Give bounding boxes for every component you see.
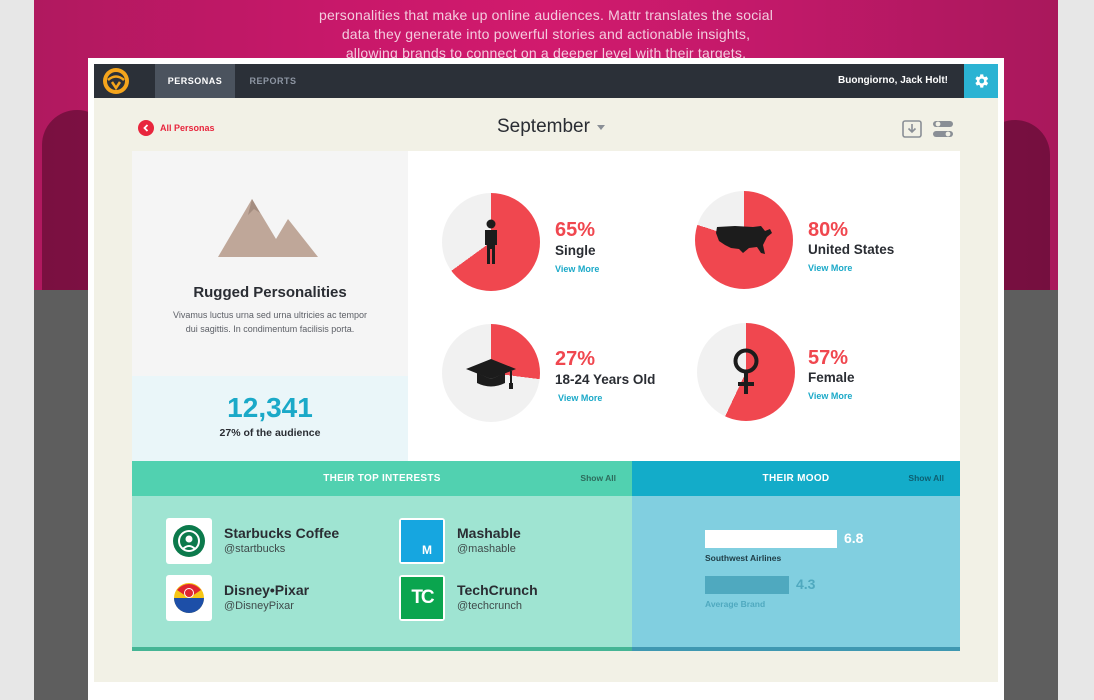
- interest-item-starbucks[interactable]: Starbucks Coffee @startbucks: [166, 518, 339, 564]
- view-more-link[interactable]: View More: [808, 263, 852, 273]
- mood-bar: [705, 530, 837, 548]
- techcrunch-logo-icon: TC: [399, 575, 445, 621]
- hero-text: personalities that make up online audien…: [34, 6, 1058, 63]
- mashable-logo-icon: M: [399, 518, 445, 564]
- female-symbol-icon: [697, 323, 795, 421]
- mood-label: Southwest Airlines: [705, 553, 782, 563]
- app-window: PERSONAS REPORTS Buongiorno, Jack Holt! …: [94, 64, 998, 682]
- month-selector[interactable]: September: [497, 116, 605, 138]
- hero-text-line: personalities that make up online audien…: [318, 7, 774, 23]
- app-screenshot-frame: PERSONAS REPORTS Buongiorno, Jack Holt! …: [88, 58, 1004, 700]
- stat-label: 18-24 Years Old: [555, 372, 656, 387]
- chevron-left-icon: [138, 120, 154, 136]
- view-more-link[interactable]: View More: [558, 393, 602, 403]
- month-label: September: [497, 116, 590, 137]
- download-icon[interactable]: [902, 120, 922, 143]
- pixar-ball-icon: [166, 575, 212, 621]
- stat-percent: 65%: [555, 219, 596, 241]
- stat-percent: 27%: [555, 348, 596, 370]
- person-icon: [442, 193, 540, 291]
- interest-handle: @DisneyPixar: [224, 600, 294, 612]
- interest-item-techcrunch[interactable]: TC TechCrunch @techcrunch: [399, 575, 538, 621]
- persona-card: Rugged Personalities Vivamus luctus urna…: [132, 151, 960, 651]
- tab-reports[interactable]: REPORTS: [235, 64, 311, 98]
- interest-handle: @techcrunch: [457, 600, 522, 612]
- audience-count: 12,341: [227, 392, 313, 423]
- gear-icon: [975, 74, 989, 88]
- interest-name: Mashable: [457, 525, 521, 541]
- stat-percent: 80%: [808, 219, 849, 241]
- interest-name: Starbucks Coffee: [224, 525, 340, 541]
- mood-value: 6.8: [844, 530, 864, 546]
- back-link-label: All Personas: [160, 123, 215, 133]
- page-gutter-right: [1058, 0, 1094, 700]
- mood-label: Average Brand: [705, 599, 766, 609]
- card-edge: [132, 647, 632, 651]
- usa-map-icon: [695, 191, 793, 289]
- mood-value: 4.3: [796, 576, 816, 592]
- interests-title: THEIR TOP INTERESTS: [323, 473, 441, 484]
- user-greeting[interactable]: Buongiorno, Jack Holt!: [838, 64, 948, 98]
- back-to-all-personas[interactable]: All Personas: [138, 120, 215, 136]
- stat-label: Single: [555, 243, 596, 258]
- interest-item-disney-pixar[interactable]: Disney•Pixar @DisneyPixar: [166, 575, 309, 621]
- audience-share: 27% of the audience: [219, 427, 321, 439]
- view-more-link[interactable]: View More: [808, 391, 852, 401]
- techcrunch-mark: TC: [411, 587, 434, 608]
- top-nav: PERSONAS REPORTS Buongiorno, Jack Holt!: [94, 64, 998, 98]
- interest-item-mashable[interactable]: M Mashable @mashable: [399, 518, 521, 564]
- mountain-icon: [218, 199, 318, 257]
- hero-text-line: data they generate into powerful stories…: [341, 26, 751, 42]
- interests-header: THEIR TOP INTERESTS Show All: [132, 461, 632, 496]
- graduation-cap-icon: [442, 324, 540, 422]
- caret-down-icon: [596, 124, 605, 130]
- interest-handle: @startbucks: [224, 543, 286, 555]
- persona-title: Rugged Personalities: [193, 284, 347, 301]
- stat-label: United States: [808, 242, 895, 257]
- stat-label: Female: [808, 370, 855, 385]
- page-gutter-left: [0, 0, 34, 700]
- starbucks-logo-icon: [166, 518, 212, 564]
- tab-personas[interactable]: PERSONAS: [155, 64, 235, 98]
- settings-button[interactable]: [964, 64, 998, 98]
- mood-header: THEIR MOOD Show All: [632, 461, 960, 496]
- card-edge: [632, 647, 960, 651]
- toggle-settings-icon[interactable]: [932, 120, 954, 143]
- mattr-logo-icon[interactable]: [100, 67, 132, 95]
- audience-stats: 12,341 27% of the audience: [132, 376, 408, 461]
- persona-description: Vivamus luctus urna sed urna ultricies a…: [173, 310, 367, 334]
- interest-handle: @mashable: [457, 543, 516, 555]
- persona-profile: Rugged Personalities Vivamus luctus urna…: [132, 151, 408, 376]
- view-more-link[interactable]: View More: [555, 264, 599, 274]
- interest-name: Disney•Pixar: [224, 582, 310, 598]
- mood-chart: 6.8 Southwest Airlines 4.3 Average Brand: [632, 496, 960, 647]
- interest-name: TechCrunch: [457, 582, 538, 598]
- mood-show-all[interactable]: Show All: [908, 461, 944, 496]
- mashable-mark: M: [422, 543, 432, 557]
- interests-list: Starbucks Coffee @startbucks M Mashable …: [132, 496, 632, 647]
- interests-show-all[interactable]: Show All: [580, 461, 616, 496]
- stat-percent: 57%: [808, 347, 849, 369]
- mood-bar: [705, 576, 789, 594]
